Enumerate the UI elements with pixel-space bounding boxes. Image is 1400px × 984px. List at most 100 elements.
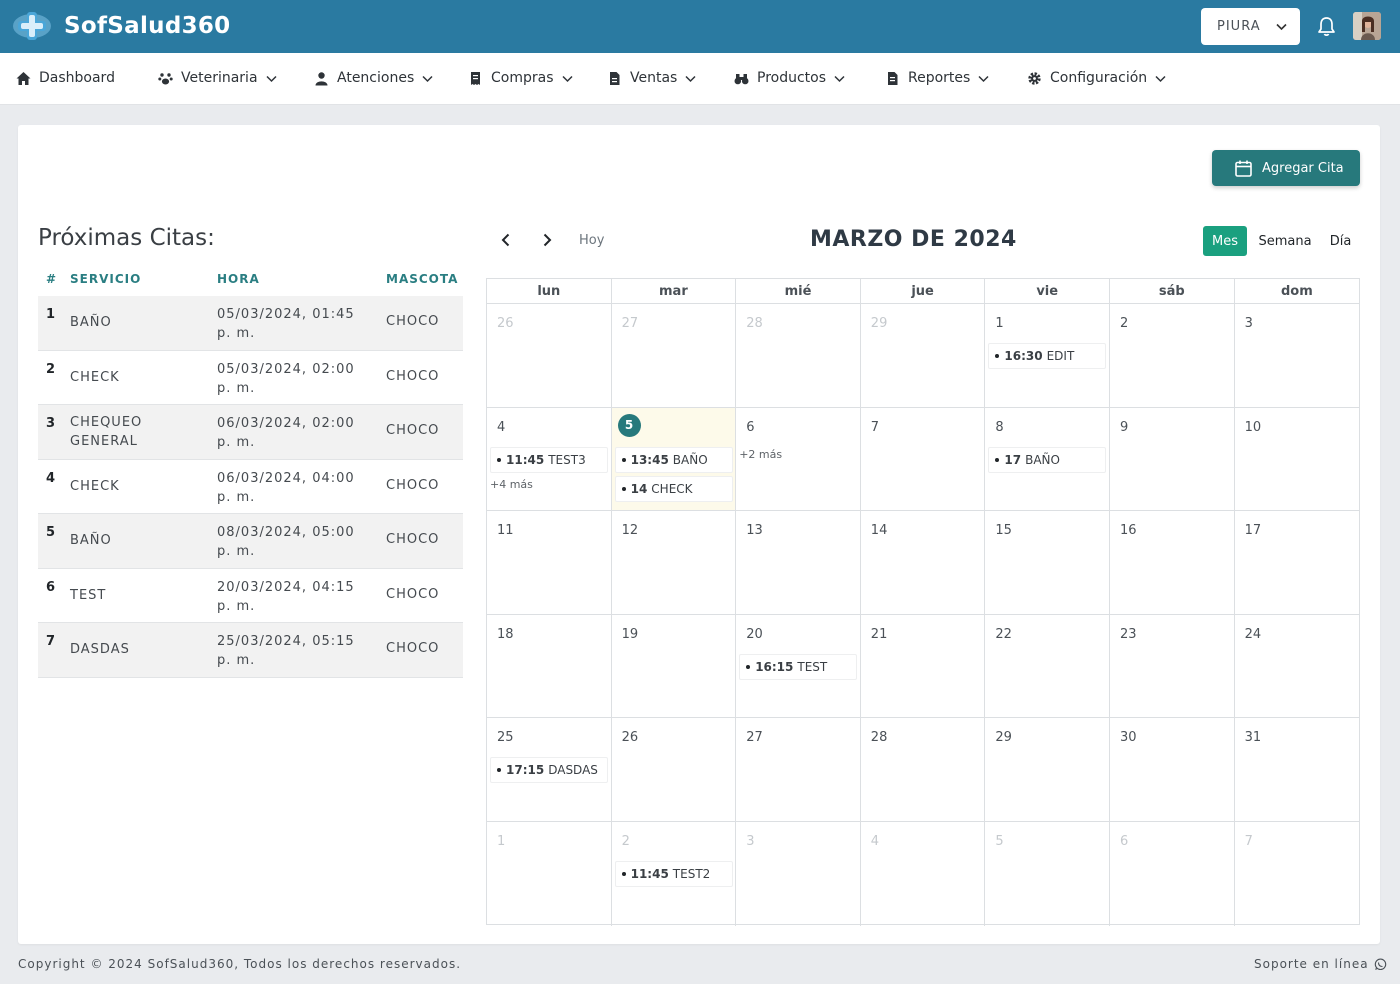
day-number: 26: [497, 316, 514, 331]
day-cell[interactable]: 31: [1234, 718, 1360, 822]
row-time-date: 05/03/2024, 01:45: [217, 307, 355, 322]
day-cell[interactable]: 14: [860, 511, 986, 615]
day-cell[interactable]: 20 16:15 TEST: [736, 614, 861, 719]
calendar-event[interactable]: 13:45 BAÑO: [614, 446, 733, 473]
nav-configuracion[interactable]: Configuración: [1027, 70, 1167, 86]
brand[interactable]: SofSalud360: [12, 8, 231, 44]
day-cell[interactable]: 1 16:30 EDIT: [985, 304, 1110, 408]
day-cell[interactable]: 9: [1110, 407, 1235, 512]
table-row[interactable]: 6 TEST 20/03/2024, 04:15 p. m. CHOCO: [38, 569, 463, 623]
day-cell[interactable]: 29: [860, 304, 986, 408]
event-time: 17: [1004, 452, 1022, 467]
more-events-link[interactable]: +2 más: [739, 448, 782, 461]
calendar-event[interactable]: 11:45 TEST2: [614, 861, 733, 887]
month-grid: lun mar mié jue vie sáb dom 26 27 28 29 1 16:30 EDIT 2…: [486, 278, 1360, 926]
table-row[interactable]: 7 DASDAS 25/03/2024, 05:15 p. m. CHOCO: [38, 623, 463, 678]
table-row[interactable]: 1 BAÑO 05/03/2024, 01:45 p. m. CHOCO: [38, 296, 463, 351]
nav-reportes[interactable]: Reportes: [885, 70, 990, 86]
support-link[interactable]: Soporte en línea: [1254, 957, 1387, 971]
day-cell[interactable]: 26: [487, 304, 612, 408]
day-cell[interactable]: 3: [736, 822, 861, 926]
day-cell[interactable]: 7: [860, 407, 986, 512]
day-cell[interactable]: 10: [1234, 408, 1360, 512]
nav-dashboard[interactable]: Dashboard: [16, 70, 115, 86]
day-cell[interactable]: 28: [860, 718, 986, 822]
day-number: 23: [1120, 626, 1137, 642]
nav-veterinaria[interactable]: Veterinaria: [158, 70, 278, 86]
day-cell[interactable]: 4 11:45 TEST3 +4 más: [487, 407, 612, 512]
day-cell[interactable]: 16: [1110, 511, 1235, 615]
table-row[interactable]: 3 CHEQUEO GENERAL 06/03/2024, 02:00 p. m. CH…: [38, 405, 463, 460]
bell-icon[interactable]: [1315, 15, 1338, 38]
nav-compras[interactable]: Compras: [468, 70, 574, 86]
day-cell[interactable]: 3: [1234, 304, 1360, 408]
chevron-right-icon[interactable]: [539, 232, 555, 248]
day-cell[interactable]: 22: [985, 614, 1110, 719]
calendar-event[interactable]: 14 CHECK: [614, 475, 733, 502]
day-cell[interactable]: 19: [611, 614, 737, 719]
chevron-down-icon: [422, 75, 433, 82]
view-week-button[interactable]: Semana: [1254, 226, 1316, 256]
calendar-event[interactable]: 17 BAÑO: [988, 446, 1107, 473]
nav-atenciones[interactable]: Atenciones: [314, 70, 434, 86]
nav-ventas[interactable]: Ventas: [607, 70, 697, 86]
chevron-down-icon: [561, 75, 573, 82]
col-pet: MASCOTA: [386, 272, 459, 286]
day-cell[interactable]: 30: [1110, 718, 1235, 822]
table-row[interactable]: 5 BAÑO 08/03/2024, 05:00 p. m. CHOCO: [38, 514, 463, 569]
day-cell[interactable]: 11: [487, 511, 612, 615]
day-cell[interactable]: 7: [1235, 822, 1360, 926]
row-service: DASDAS: [70, 642, 130, 657]
day-cell[interactable]: 5 13:45 BAÑO 14 CHECK: [611, 407, 737, 512]
day-cell[interactable]: 4: [861, 822, 986, 926]
day-cell[interactable]: 2 11:45 TEST2: [612, 822, 737, 926]
chevron-left-icon[interactable]: [498, 232, 514, 248]
event-title: EDIT: [1046, 349, 1075, 363]
day-cell[interactable]: 28: [736, 304, 861, 408]
row-time-ampm: p. m.: [217, 435, 256, 450]
view-month-button[interactable]: Mes: [1203, 226, 1247, 256]
calendar-event[interactable]: 11:45 TEST3: [490, 446, 608, 473]
day-number: 16: [1120, 523, 1137, 539]
table-body: 1 BAÑO 05/03/2024, 01:45 p. m. CHOCO 2 CHECK 05…: [38, 296, 463, 678]
day-cell[interactable]: 21: [860, 614, 986, 719]
day-cell[interactable]: 17: [1234, 511, 1360, 615]
more-events-link[interactable]: +4 más: [490, 478, 533, 491]
row-number: 2: [46, 361, 56, 377]
day-cell[interactable]: 24: [1234, 615, 1360, 719]
day-cell[interactable]: 1: [487, 822, 612, 926]
day-cell[interactable]: 2: [1110, 304, 1235, 408]
day-cell[interactable]: 6 +2 más: [736, 407, 861, 512]
view-day-button[interactable]: Día: [1323, 226, 1358, 256]
day-cell[interactable]: 29: [985, 718, 1110, 822]
weekday-header: mar: [611, 279, 737, 304]
table-row[interactable]: 2 CHECK 05/03/2024, 02:00 p. m. CHOCO: [38, 351, 463, 405]
day-cell[interactable]: 27: [736, 718, 861, 822]
day-cell[interactable]: 18: [487, 614, 612, 719]
calendar-event[interactable]: 17:15 DASDAS: [490, 757, 608, 784]
copyright: Copyright © 2024 SofSalud360, Todos los …: [18, 957, 462, 971]
day-cell[interactable]: 27: [611, 304, 737, 408]
day-cell[interactable]: 23: [1110, 614, 1235, 719]
today-button[interactable]: Hoy: [579, 233, 604, 248]
day-cell[interactable]: 6: [1110, 822, 1235, 926]
day-number: 4: [497, 419, 506, 435]
day-cell[interactable]: 15: [985, 511, 1110, 615]
add-appointment-button[interactable]: Agregar Cita: [1212, 150, 1360, 186]
day-cell[interactable]: 13: [736, 511, 861, 615]
day-cell[interactable]: 26: [611, 718, 737, 822]
avatar[interactable]: [1353, 12, 1381, 40]
calendar-event[interactable]: 16:30 EDIT: [988, 343, 1107, 369]
row-time-ampm: p. m.: [217, 598, 256, 614]
row-time-date: 25/03/2024, 05:15: [217, 634, 355, 649]
day-cell[interactable]: 25 17:15 DASDAS: [487, 718, 612, 822]
branch-select[interactable]: PIURA: [1201, 8, 1300, 45]
day-number: 3: [1244, 316, 1253, 331]
event-dot-icon: [995, 354, 1000, 358]
day-cell[interactable]: 8 17 BAÑO: [985, 407, 1110, 512]
day-cell[interactable]: 5: [985, 822, 1110, 926]
table-row[interactable]: 4 CHECK 06/03/2024, 04:00 p. m. CHOCO: [38, 460, 463, 514]
day-cell[interactable]: 12: [611, 511, 737, 615]
calendar-event[interactable]: 16:15 TEST: [739, 653, 858, 680]
nav-productos[interactable]: Productos: [734, 70, 846, 86]
